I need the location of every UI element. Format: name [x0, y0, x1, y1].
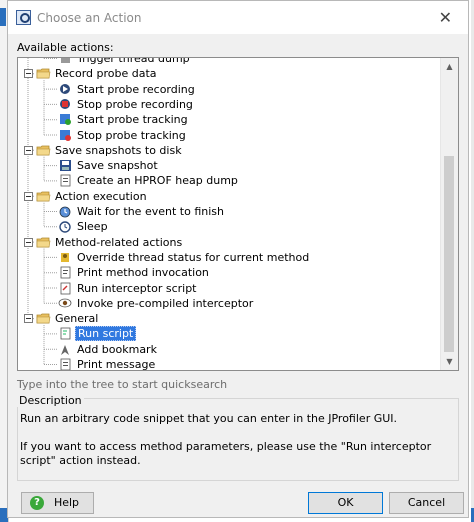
- ok-button-label: OK: [337, 496, 354, 509]
- tree-group-label: Save snapshots to disk: [55, 143, 182, 157]
- tree-item[interactable]: Override thread status for current metho…: [18, 250, 438, 265]
- tree-group-row[interactable]: Record probe data: [18, 66, 438, 81]
- tree-item[interactable]: Stop probe recording: [18, 97, 438, 112]
- tree-item-label: Stop probe tracking: [77, 128, 186, 142]
- tree-item[interactable]: Print method invocation: [18, 265, 438, 280]
- description-paragraph-1: Run an arbitrary code snippet that you c…: [20, 412, 398, 425]
- description-paragraph-2: If you want to access method parameters,…: [20, 440, 432, 467]
- tree-item-label: Run interceptor script: [77, 281, 197, 295]
- tree-item[interactable]: Create an HPROF heap dump: [18, 173, 438, 188]
- tree-item-label: Invoke pre-compiled interceptor: [77, 296, 254, 310]
- tree-item[interactable]: Wait for the event to finish: [18, 204, 438, 219]
- tree-item[interactable]: Invoke pre-compiled interceptor: [18, 296, 438, 311]
- folder-icon: [36, 66, 51, 81]
- tree-item[interactable]: Start probe tracking: [18, 112, 438, 127]
- cancel-button[interactable]: Cancel: [389, 492, 464, 514]
- collapse-minus-icon[interactable]: [24, 191, 33, 201]
- tree-item-label: Start probe tracking: [77, 113, 188, 127]
- wait-event-icon: [58, 204, 73, 219]
- start-probe-recording-icon: [58, 82, 73, 97]
- collapse-minus-icon[interactable]: [24, 237, 33, 247]
- tree-group-row[interactable]: Save snapshots to disk: [18, 143, 438, 158]
- tree-item-label: Override thread status for current metho…: [77, 250, 310, 264]
- start-probe-tracking-icon: [58, 112, 73, 127]
- collapse-minus-icon[interactable]: [24, 314, 33, 324]
- invoke-interceptor-icon: [58, 296, 73, 311]
- tree-item[interactable]: Sleep: [18, 219, 438, 234]
- help-button-label: Help: [53, 496, 80, 509]
- tree-group-row[interactable]: General: [18, 311, 438, 326]
- folder-icon: [36, 311, 51, 326]
- actions-tree[interactable]: Trigger thread dump Record probe data Star…: [17, 57, 459, 371]
- available-actions-label: Available actions:: [17, 41, 114, 54]
- folder-icon: [36, 235, 51, 250]
- tree-group-row[interactable]: Action execution: [18, 189, 438, 204]
- help-button[interactable]: ? Help: [21, 492, 94, 514]
- collapse-minus-icon[interactable]: [24, 145, 33, 155]
- scroll-down-arrow-icon[interactable]: ▼: [441, 353, 458, 370]
- tree-item-label: Sleep: [77, 220, 108, 234]
- tree-item-label: Trigger thread dump: [77, 57, 190, 65]
- tree-group-label: Record probe data: [55, 67, 157, 81]
- choose-action-dialog: Choose an Action ✕ Available actions: Tr…: [7, 0, 469, 518]
- tree-item[interactable]: Save snapshot: [18, 158, 438, 173]
- folder-icon: [36, 189, 51, 204]
- folder-icon: [36, 143, 51, 158]
- tree-item[interactable]: Run interceptor script: [18, 281, 438, 296]
- background-window-accent: [0, 8, 6, 26]
- tree-item-label: Create an HPROF heap dump: [77, 174, 238, 188]
- collapse-minus-icon[interactable]: [24, 69, 33, 79]
- tree-item[interactable]: Add bookmark: [18, 342, 438, 357]
- print-method-invocation-icon: [58, 265, 73, 280]
- help-icon: ?: [30, 496, 44, 510]
- stop-probe-recording-icon: [58, 97, 73, 112]
- quicksearch-hint: Type into the tree to start quicksearch: [17, 378, 228, 391]
- cancel-button-label: Cancel: [407, 496, 446, 509]
- scrollbar-thumb[interactable]: [444, 156, 454, 352]
- save-snapshot-icon: [58, 158, 73, 173]
- scroll-up-arrow-icon[interactable]: ▲: [441, 58, 458, 75]
- tree-item-selected[interactable]: Run script: [18, 326, 438, 342]
- tree-item-partial[interactable]: Trigger thread dump: [18, 57, 438, 66]
- tree-group-label: Action execution: [55, 189, 147, 203]
- tree-item-label: Start probe recording: [77, 82, 195, 96]
- close-button[interactable]: ✕: [439, 10, 452, 26]
- override-thread-status-icon: [58, 250, 73, 265]
- tree-vertical-scrollbar[interactable]: ▲ ▼: [440, 58, 458, 370]
- sleep-icon: [58, 219, 73, 234]
- tree-item-label: Print method invocation: [77, 266, 209, 280]
- dialog-title: Choose an Action: [37, 11, 142, 25]
- stop-probe-tracking-icon: [58, 128, 73, 143]
- run-script-icon: [58, 326, 73, 341]
- tree-item[interactable]: Print message: [18, 357, 438, 371]
- run-interceptor-script-icon: [58, 281, 73, 296]
- title-bar[interactable]: Choose an Action ✕: [8, 1, 468, 34]
- thread-dump-icon: [58, 58, 73, 66]
- tree-group-row[interactable]: Method-related actions: [18, 235, 438, 250]
- tree-item-label: Wait for the event to finish: [77, 205, 224, 218]
- description-text: Run an arbitrary code snippet that you c…: [20, 412, 450, 482]
- tree-item-label: Save snapshot: [77, 159, 158, 173]
- tree-group-label: Method-related actions: [55, 235, 183, 249]
- jprofiler-dialog-icon: [16, 10, 31, 25]
- tree-item-label: Stop probe recording: [77, 97, 193, 111]
- add-bookmark-icon: [58, 342, 73, 357]
- tree-item[interactable]: Start probe recording: [18, 82, 438, 97]
- tree-item-label: Print message: [77, 358, 156, 371]
- description-title: Description: [17, 394, 84, 407]
- print-message-icon: [58, 357, 73, 370]
- tree-group-label: General: [55, 312, 99, 326]
- tree-item-label: Add bookmark: [77, 342, 157, 356]
- hprof-heap-dump-icon: [58, 173, 73, 188]
- ok-button[interactable]: OK: [308, 492, 383, 514]
- tree-item-label: Run script: [75, 326, 137, 342]
- tree-item[interactable]: Stop probe tracking: [18, 128, 438, 143]
